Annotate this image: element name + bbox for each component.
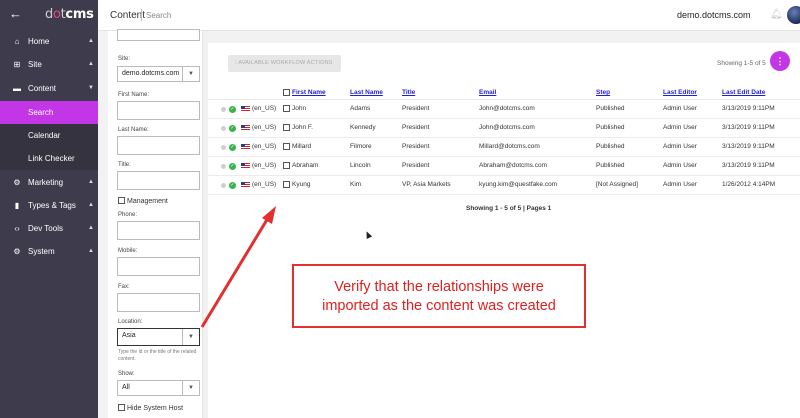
- annotation-arrow-head: [262, 206, 276, 224]
- annotation-callout: Verify that the relationships were impor…: [292, 264, 586, 328]
- annotation-line-1: Verify that the relationships were: [334, 279, 544, 295]
- annotation-arrow-line: [200, 217, 270, 328]
- annotation-arrow: [200, 206, 276, 328]
- annotation-line-2: imported as the content was created: [322, 298, 556, 314]
